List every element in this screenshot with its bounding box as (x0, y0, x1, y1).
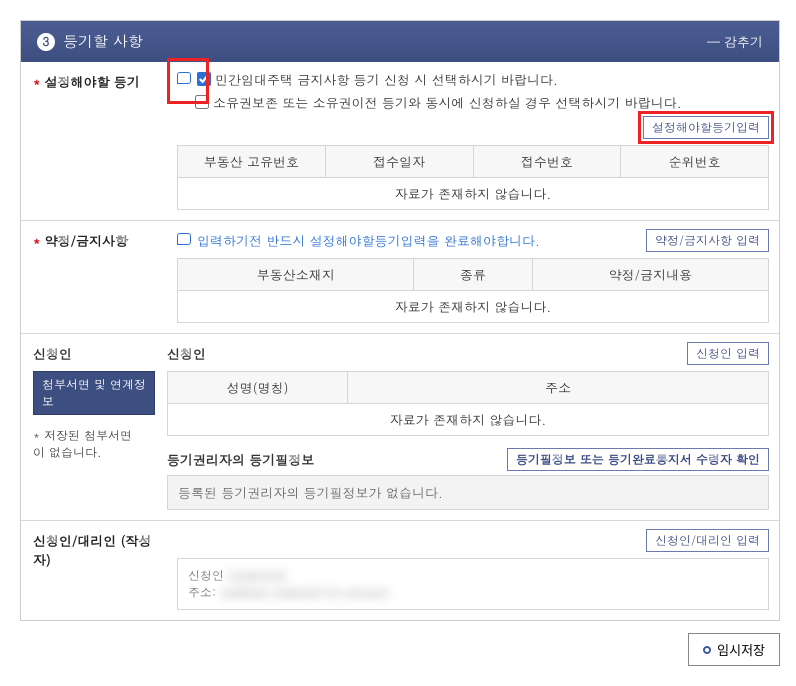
speech-icon (177, 72, 191, 84)
prohibition-empty: 자료가 존재하지 않습니다. (178, 291, 769, 323)
collapse-toggle[interactable]: — 감추기 (707, 32, 763, 51)
th-receipt-date: 접수일자 (325, 146, 473, 178)
prohibition-table: 부동산소재지 종류 약정/금지내용 자료가 존재하지 않습니다. (177, 258, 769, 323)
applicant-table: 성명(명칭) 주소 자료가 존재하지 않습니다. (167, 371, 769, 436)
prohibition-label: 약정/금지사항 (21, 221, 167, 333)
agent-input-button[interactable]: 신청인/대리인 입력 (646, 529, 769, 552)
check1-label: 민간임대주택 금지사항 등기 신청 시 선택하시기 바랍니다. (215, 70, 558, 89)
step-badge: 3 (37, 33, 55, 51)
save-label: 임시저장 (717, 640, 765, 659)
panel-body: 설정해야할 등기 민간임대주택 금지사항 등기 신청 시 선택하시기 바랍니다.… (21, 62, 779, 620)
applicant-section: 신청인 첨부서면 및 연계정보 * 저장된 첨부서면이 없습니다. 신청인 신청… (21, 333, 779, 520)
speech-icon (177, 233, 191, 245)
temp-save-button[interactable]: 임시저장 (688, 633, 780, 666)
applicant-input-button[interactable]: 신청인 입력 (687, 342, 769, 365)
save-indicator-icon (703, 646, 711, 654)
saved-note-prefix: * (33, 427, 44, 444)
minus-icon: — (707, 32, 720, 51)
prohibition-input-button[interactable]: 약정/금지사항 입력 (646, 229, 769, 252)
agent-addr-value: (address redacted for privacy) (220, 584, 389, 601)
reg-config-table: 부동산 고유번호 접수일자 접수번호 순위번호 자료가 존재하지 않습니다. (177, 145, 769, 210)
panel-header: 3 등기할 사항 — 감추기 (21, 21, 779, 62)
footer-actions: 임시저장 (20, 633, 780, 666)
prohibition-section: 약정/금지사항 입력하기전 반드시 설정해야할등기입력을 완료해야합니다. 약정… (21, 220, 779, 333)
agent-name-label: 신청인 (188, 567, 224, 584)
th-property-loc: 부동산소재지 (178, 259, 414, 291)
prohibition-info: 입력하기전 반드시 설정해야할등기입력을 완료해야합니다. (197, 231, 540, 250)
th-type: 종류 (414, 259, 532, 291)
agent-details-box: 신청인 (redacted) 주소: (address redacted for… (177, 558, 769, 610)
agent-addr-label: 주소: (188, 584, 216, 601)
regright-title: 등기권리자의 등기필정보 (167, 450, 314, 469)
attachment-info-button[interactable]: 첨부서면 및 연계정보 (33, 371, 155, 415)
th-rank-no: 순위번호 (621, 146, 769, 178)
check2-label: 소유권보존 또는 소유권이전 등기와 동시에 신청하실 경우 선택하시기 바랍니… (213, 93, 682, 112)
th-name: 성명(명칭) (168, 372, 348, 404)
agent-section: 신청인/대리인 (작성자) 신청인/대리인 입력 신청인 (redacted) … (21, 520, 779, 620)
th-receipt-no: 접수번호 (473, 146, 621, 178)
reg-config-input-button[interactable]: 설정해야할등기입력 (643, 116, 769, 139)
panel-title: 등기할 사항 (63, 31, 143, 52)
agent-name-value: (redacted) (228, 567, 286, 584)
applicant-label: 신청인 (33, 344, 155, 363)
agent-label: 신청인/대리인 (작성자) (21, 521, 167, 620)
regright-confirm-button[interactable]: 등기필정보 또는 등기완료통지서 수령자 확인 (507, 448, 769, 471)
reg-config-empty: 자료가 존재하지 않습니다. (178, 178, 769, 210)
collapse-label: 감추기 (724, 32, 763, 51)
th-address: 주소 (348, 372, 769, 404)
regright-empty-note: 등록된 등기권리자의 등기필정보가 없습니다. (167, 475, 769, 510)
reg-config-label: 설정해야할 등기 (21, 62, 167, 220)
saved-attachment-note: 저장된 첨부서면이 없습니다. (33, 427, 132, 461)
reg-config-section: 설정해야할 등기 민간임대주택 금지사항 등기 신청 시 선택하시기 바랍니다.… (21, 62, 779, 220)
th-property-no: 부동산 고유번호 (178, 146, 326, 178)
applicant-empty: 자료가 존재하지 않습니다. (168, 404, 769, 436)
th-content: 약정/금지내용 (532, 259, 768, 291)
check-ownership-simultaneous[interactable] (195, 95, 209, 109)
check-prohibition-registration[interactable] (197, 72, 211, 86)
registration-panel: 3 등기할 사항 — 감추기 설정해야할 등기 민간임대주택 금지사항 등기 신… (20, 20, 780, 621)
applicant-section-title: 신청인 (167, 344, 206, 363)
